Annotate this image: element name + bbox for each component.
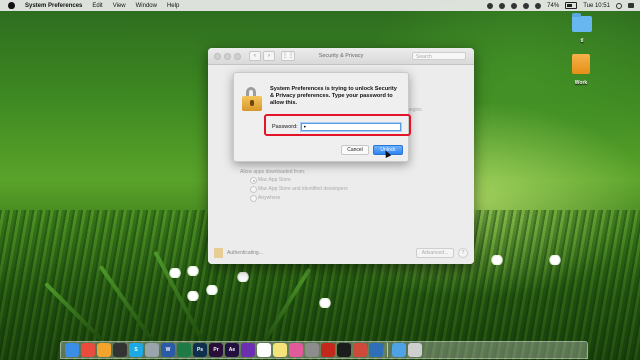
zoom-button[interactable] [234, 52, 241, 60]
option-identified-developers: Mac App Store and identified developers [258, 186, 348, 192]
lock-icon[interactable] [214, 248, 223, 258]
folder-dock-icon[interactable] [392, 343, 406, 357]
search-field[interactable]: Search [412, 52, 466, 60]
notes-icon[interactable] [273, 343, 287, 357]
authenticating-status: Authenticating... [227, 250, 263, 256]
dialog-message: System Preferences is trying to unlock S… [270, 86, 397, 106]
advanced-button[interactable]: Advanced... [416, 248, 454, 258]
option-anywhere: Anywhere [258, 195, 281, 201]
window-titlebar[interactable]: ‹ › ⋮⋮ Security & Privacy Search [208, 48, 474, 65]
lock-icon [242, 87, 262, 111]
radio-identified-developers[interactable] [250, 186, 257, 193]
status-area: 74% Tue 10:51 [487, 0, 634, 11]
menu-view[interactable]: View [113, 3, 126, 9]
photoshop-icon[interactable]: Ps [193, 343, 207, 357]
folder-icon [572, 13, 592, 32]
desktop-folder[interactable]: tl [570, 13, 594, 44]
menu-help[interactable]: Help [167, 3, 179, 9]
system-preferences-icon[interactable] [305, 343, 319, 357]
menu-app-name[interactable]: System Preferences [25, 3, 82, 9]
close-button[interactable] [214, 52, 221, 60]
trash-icon[interactable] [408, 343, 422, 357]
misc-icon[interactable] [353, 343, 367, 357]
photos-icon[interactable] [97, 343, 111, 357]
apple-icon[interactable] [8, 2, 15, 9]
calendar-icon[interactable] [257, 343, 271, 357]
minimize-button[interactable] [224, 52, 231, 60]
notification-center-icon[interactable] [628, 3, 634, 8]
aftereffects-icon[interactable]: Ae [225, 343, 239, 357]
virtualbox-icon[interactable] [369, 343, 383, 357]
volume-icon[interactable] [535, 2, 542, 9]
terminal-icon[interactable] [113, 343, 127, 357]
flower [236, 272, 250, 282]
premiere-icon[interactable]: Pr [209, 343, 223, 357]
menu-edit[interactable]: Edit [92, 3, 102, 9]
desktop: System Preferences Edit View Window Help… [0, 0, 640, 360]
help-button[interactable]: ? [458, 248, 468, 258]
option-mac-app-store: Mac App Store [258, 177, 291, 183]
spotlight-icon[interactable] [616, 2, 622, 9]
dock-separator [387, 343, 388, 357]
finder-icon[interactable] [65, 343, 79, 357]
word-icon[interactable]: W [161, 343, 175, 357]
imovie-icon[interactable] [241, 343, 255, 357]
filezilla-icon[interactable] [321, 343, 335, 357]
status-icon[interactable] [511, 2, 518, 9]
battery-icon[interactable] [565, 2, 578, 9]
show-all-button[interactable]: ⋮⋮ [281, 51, 295, 61]
back-button[interactable]: ‹ [249, 51, 261, 61]
itunes-icon[interactable] [289, 343, 303, 357]
terminal2-icon[interactable] [337, 343, 351, 357]
dock: S W Ps Pr Ae [60, 341, 588, 359]
desktop-drive[interactable]: Work [568, 54, 594, 86]
launchpad-icon[interactable] [145, 343, 159, 357]
lock-area[interactable]: Authenticating... [214, 248, 263, 258]
flower [490, 255, 504, 265]
radio-anywhere[interactable] [250, 195, 257, 202]
wifi-icon[interactable] [523, 2, 530, 9]
chrome-icon[interactable] [81, 343, 95, 357]
allow-apps-heading: Allow apps downloaded from: [240, 169, 306, 175]
desktop-drive-label: Work [574, 80, 588, 86]
status-icon[interactable] [487, 2, 494, 9]
flower [186, 291, 200, 301]
menu-window[interactable]: Window [136, 3, 157, 9]
desktop-folder-label: tl [580, 38, 584, 44]
clock[interactable]: Tue 10:51 [583, 3, 610, 9]
forward-button[interactable]: › [263, 51, 275, 61]
cancel-button[interactable]: Cancel [341, 145, 369, 155]
flower [186, 266, 200, 276]
flower [168, 268, 182, 278]
status-icon[interactable] [499, 2, 506, 9]
menu-bar: System Preferences Edit View Window Help… [0, 0, 640, 11]
drive-icon [572, 54, 590, 74]
excel-icon[interactable] [177, 343, 191, 357]
flower [548, 255, 562, 265]
flower [205, 285, 219, 295]
radio-mac-app-store[interactable] [250, 177, 257, 184]
skype-icon[interactable]: S [129, 343, 143, 357]
flower [318, 298, 332, 308]
highlight-box [264, 114, 411, 136]
battery-percent[interactable]: 74% [547, 3, 559, 9]
